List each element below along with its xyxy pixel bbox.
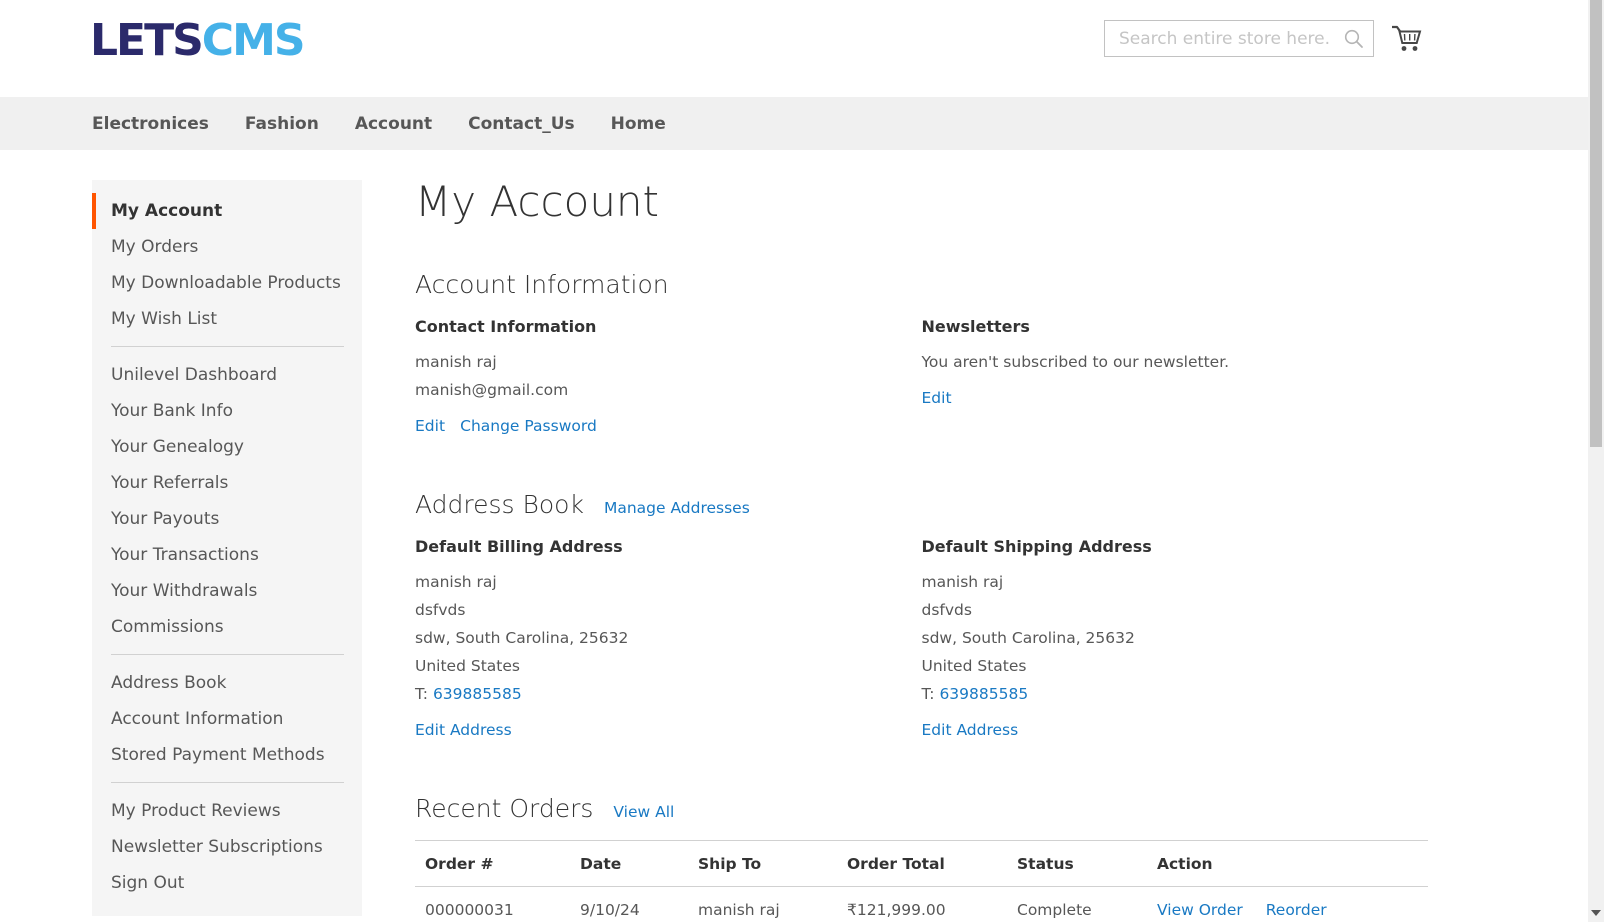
- sidebar-item-your-genealogy[interactable]: Your Genealogy: [92, 429, 362, 465]
- address-book-block: Address Book Manage Addresses Default Bi…: [415, 490, 1428, 744]
- order-ship-to-cell: manish raj: [688, 887, 837, 922]
- sidebar-item-your-referrals[interactable]: Your Referrals: [92, 465, 362, 501]
- shipping-phone-label: T:: [922, 685, 935, 703]
- sidebar-item-commissions[interactable]: Commissions: [92, 609, 362, 645]
- sidebar-item-address-book[interactable]: Address Book: [92, 665, 362, 701]
- nav-item-contact-us[interactable]: Contact_Us: [468, 114, 574, 134]
- sidebar-divider: [111, 782, 344, 783]
- order-number-cell: 000000031: [415, 887, 570, 922]
- main-nav: Electronices Fashion Account Contact_Us …: [0, 97, 1588, 150]
- logo-text-lets: LETS: [90, 15, 202, 66]
- shipping-company: dsfvds: [922, 596, 1429, 624]
- contact-information-title: Contact Information: [415, 316, 922, 338]
- default-shipping-address-title: Default Shipping Address: [922, 536, 1429, 558]
- order-total-cell: ₹121,999.00: [837, 887, 1007, 922]
- orders-header-order-total: Order Total: [837, 841, 1007, 887]
- orders-header-status: Status: [1007, 841, 1147, 887]
- nav-item-electronices[interactable]: Electronices: [92, 114, 209, 134]
- edit-contact-link[interactable]: Edit: [415, 417, 445, 435]
- shipping-phone-link[interactable]: 639885585: [939, 685, 1028, 703]
- orders-header-action: Action: [1147, 841, 1428, 887]
- nav-item-account[interactable]: Account: [355, 114, 432, 134]
- recent-orders-block: Recent Orders View All Order # Date Ship…: [415, 794, 1428, 922]
- sidebar-item-my-orders[interactable]: My Orders: [92, 229, 362, 265]
- sidebar-item-your-transactions[interactable]: Your Transactions: [92, 537, 362, 573]
- manage-addresses-link[interactable]: Manage Addresses: [604, 499, 750, 517]
- scrollbar-thumb[interactable]: [1590, 0, 1602, 447]
- recent-orders-table: Order # Date Ship To Order Total Status …: [415, 840, 1428, 922]
- sidebar-item-my-downloadable-products[interactable]: My Downloadable Products: [92, 265, 362, 301]
- billing-country: United States: [415, 652, 922, 680]
- sidebar-item-your-payouts[interactable]: Your Payouts: [92, 501, 362, 537]
- newsletter-status: You aren't subscribed to our newsletter.: [922, 348, 1429, 376]
- change-password-link[interactable]: Change Password: [460, 417, 597, 435]
- recent-orders-title: Recent Orders: [415, 794, 593, 824]
- sidebar-item-my-account[interactable]: My Account: [92, 193, 362, 229]
- sidebar-item-my-product-reviews[interactable]: My Product Reviews: [92, 793, 362, 829]
- sidebar-item-stored-payment-methods[interactable]: Stored Payment Methods: [92, 737, 362, 773]
- shipping-name: manish raj: [922, 568, 1429, 596]
- search-input[interactable]: [1105, 21, 1373, 56]
- default-shipping-address-box: Default Shipping Address manish raj dsfv…: [922, 536, 1429, 744]
- billing-phone-label: T:: [415, 685, 428, 703]
- sidebar-item-account-information[interactable]: Account Information: [92, 701, 362, 737]
- sidebar-item-newsletter-subscriptions[interactable]: Newsletter Subscriptions: [92, 829, 362, 865]
- sidebar-divider: [111, 654, 344, 655]
- shipping-city-line: sdw, South Carolina, 25632: [922, 624, 1429, 652]
- search-box: [1104, 20, 1374, 57]
- sidebar-item-sign-out[interactable]: Sign Out: [92, 865, 362, 901]
- sidebar-item-your-withdrawals[interactable]: Your Withdrawals: [92, 573, 362, 609]
- order-date-cell: 9/10/24: [570, 887, 688, 922]
- view-order-link[interactable]: View Order: [1157, 901, 1243, 919]
- billing-name: manish raj: [415, 568, 922, 596]
- order-row: 000000031 9/10/24 manish raj ₹121,999.00…: [415, 887, 1428, 922]
- page-title: My Account: [415, 178, 1428, 226]
- vertical-scrollbar[interactable]: [1588, 0, 1604, 922]
- sidebar-item-your-bank-info[interactable]: Your Bank Info: [92, 393, 362, 429]
- orders-header-ship-to: Ship To: [688, 841, 837, 887]
- cart-button[interactable]: [1390, 21, 1424, 55]
- account-sidebar: My Account My Orders My Downloadable Pro…: [92, 180, 362, 916]
- scrollbar-down-arrow-icon[interactable]: [1591, 910, 1601, 916]
- orders-header-order-number: Order #: [415, 841, 570, 887]
- account-information-block: Account Information Contact Information …: [415, 270, 1428, 440]
- order-actions-cell: View Order Reorder: [1147, 887, 1428, 922]
- contact-email: manish@gmail.com: [415, 376, 922, 404]
- billing-city-line: sdw, South Carolina, 25632: [415, 624, 922, 652]
- nav-item-home[interactable]: Home: [611, 114, 666, 134]
- logo-text-cms: CMS: [202, 15, 304, 66]
- default-billing-address-box: Default Billing Address manish raj dsfvd…: [415, 536, 922, 744]
- sidebar-divider: [111, 346, 344, 347]
- orders-header-date: Date: [570, 841, 688, 887]
- main-content: My Account Account Information Contact I…: [415, 178, 1428, 922]
- cart-icon: [1390, 21, 1424, 55]
- header: LETSCMS: [0, 0, 1588, 97]
- search-icon[interactable]: [1343, 28, 1365, 50]
- view-all-orders-link[interactable]: View All: [613, 803, 674, 821]
- store-logo[interactable]: LETSCMS: [90, 16, 304, 66]
- billing-company: dsfvds: [415, 596, 922, 624]
- billing-phone-line: T: 639885585: [415, 680, 922, 708]
- newsletters-box: Newsletters You aren't subscribed to our…: [922, 316, 1429, 440]
- orders-table-header-row: Order # Date Ship To Order Total Status …: [415, 841, 1428, 887]
- edit-billing-address-link[interactable]: Edit Address: [415, 721, 512, 739]
- nav-item-fashion[interactable]: Fashion: [245, 114, 319, 134]
- default-billing-address-title: Default Billing Address: [415, 536, 922, 558]
- reorder-link[interactable]: Reorder: [1266, 901, 1327, 919]
- billing-phone-link[interactable]: 639885585: [433, 685, 522, 703]
- contact-name: manish raj: [415, 348, 922, 376]
- edit-shipping-address-link[interactable]: Edit Address: [922, 721, 1019, 739]
- shipping-phone-line: T: 639885585: [922, 680, 1429, 708]
- page: LETSCMS Electronices Fashion Account: [0, 0, 1604, 922]
- sidebar-item-my-wish-list[interactable]: My Wish List: [92, 301, 362, 337]
- account-information-title: Account Information: [415, 270, 669, 300]
- edit-newsletter-link[interactable]: Edit: [922, 389, 952, 407]
- contact-information-box: Contact Information manish raj manish@gm…: [415, 316, 922, 440]
- shipping-country: United States: [922, 652, 1429, 680]
- address-book-title: Address Book: [415, 490, 584, 520]
- sidebar-item-unilevel-dashboard[interactable]: Unilevel Dashboard: [92, 357, 362, 393]
- newsletters-title: Newsletters: [922, 316, 1429, 338]
- order-status-cell: Complete: [1007, 887, 1147, 922]
